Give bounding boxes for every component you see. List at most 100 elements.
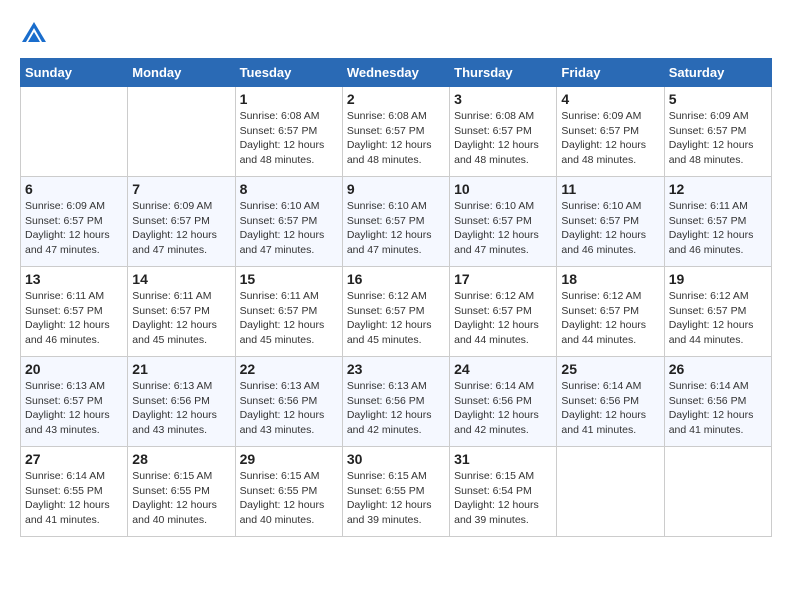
day-detail: Sunrise: 6:08 AM Sunset: 6:57 PM Dayligh… bbox=[240, 109, 338, 168]
day-number: 15 bbox=[240, 271, 338, 287]
week-row-4: 20 Sunrise: 6:13 AM Sunset: 6:57 PM Dayli… bbox=[21, 357, 772, 447]
day-detail: Sunrise: 6:13 AM Sunset: 6:57 PM Dayligh… bbox=[25, 379, 123, 438]
day-cell: 26 Sunrise: 6:14 AM Sunset: 6:56 PM Dayli… bbox=[664, 357, 771, 447]
day-number: 25 bbox=[561, 361, 659, 377]
day-detail: Sunrise: 6:11 AM Sunset: 6:57 PM Dayligh… bbox=[132, 289, 230, 348]
day-cell: 2 Sunrise: 6:08 AM Sunset: 6:57 PM Daylig… bbox=[342, 87, 449, 177]
day-detail: Sunrise: 6:15 AM Sunset: 6:55 PM Dayligh… bbox=[132, 469, 230, 528]
header-cell-sunday: Sunday bbox=[21, 59, 128, 87]
day-cell: 4 Sunrise: 6:09 AM Sunset: 6:57 PM Daylig… bbox=[557, 87, 664, 177]
day-number: 2 bbox=[347, 91, 445, 107]
day-number: 10 bbox=[454, 181, 552, 197]
day-detail: Sunrise: 6:10 AM Sunset: 6:57 PM Dayligh… bbox=[240, 199, 338, 258]
header-cell-monday: Monday bbox=[128, 59, 235, 87]
day-cell: 14 Sunrise: 6:11 AM Sunset: 6:57 PM Dayli… bbox=[128, 267, 235, 357]
day-cell: 31Sunrise: 6:15 AM Sunset: 6:54 PM Dayli… bbox=[450, 447, 557, 537]
day-detail: Sunrise: 6:08 AM Sunset: 6:57 PM Dayligh… bbox=[454, 109, 552, 168]
day-cell: 8 Sunrise: 6:10 AM Sunset: 6:57 PM Daylig… bbox=[235, 177, 342, 267]
day-cell: 30 Sunrise: 6:15 AM Sunset: 6:55 PM Dayli… bbox=[342, 447, 449, 537]
day-cell: 27 Sunrise: 6:14 AM Sunset: 6:55 PM Dayli… bbox=[21, 447, 128, 537]
day-detail: Sunrise: 6:08 AM Sunset: 6:57 PM Dayligh… bbox=[347, 109, 445, 168]
day-number: 7 bbox=[132, 181, 230, 197]
day-cell: 9 Sunrise: 6:10 AM Sunset: 6:57 PM Daylig… bbox=[342, 177, 449, 267]
day-detail: Sunrise: 6:10 AM Sunset: 6:57 PM Dayligh… bbox=[347, 199, 445, 258]
day-detail: Sunrise: 6:09 AM Sunset: 6:57 PM Dayligh… bbox=[25, 199, 123, 258]
day-number: 23 bbox=[347, 361, 445, 377]
day-cell: 23 Sunrise: 6:13 AM Sunset: 6:56 PM Dayli… bbox=[342, 357, 449, 447]
day-cell: 19 Sunrise: 6:12 AM Sunset: 6:57 PM Dayli… bbox=[664, 267, 771, 357]
week-row-2: 6Sunrise: 6:09 AM Sunset: 6:57 PM Daylig… bbox=[21, 177, 772, 267]
day-detail: Sunrise: 6:09 AM Sunset: 6:57 PM Dayligh… bbox=[132, 199, 230, 258]
header-cell-tuesday: Tuesday bbox=[235, 59, 342, 87]
day-cell bbox=[557, 447, 664, 537]
day-number: 27 bbox=[25, 451, 123, 467]
day-cell: 22Sunrise: 6:13 AM Sunset: 6:56 PM Dayli… bbox=[235, 357, 342, 447]
day-number: 24 bbox=[454, 361, 552, 377]
header-cell-saturday: Saturday bbox=[664, 59, 771, 87]
day-cell: 20 Sunrise: 6:13 AM Sunset: 6:57 PM Dayli… bbox=[21, 357, 128, 447]
day-detail: Sunrise: 6:13 AM Sunset: 6:56 PM Dayligh… bbox=[347, 379, 445, 438]
header-cell-thursday: Thursday bbox=[450, 59, 557, 87]
day-detail: Sunrise: 6:11 AM Sunset: 6:57 PM Dayligh… bbox=[25, 289, 123, 348]
day-number: 30 bbox=[347, 451, 445, 467]
day-detail: Sunrise: 6:15 AM Sunset: 6:55 PM Dayligh… bbox=[240, 469, 338, 528]
logo-icon bbox=[20, 20, 48, 48]
day-cell: 17 Sunrise: 6:12 AM Sunset: 6:57 PM Dayli… bbox=[450, 267, 557, 357]
day-number: 29 bbox=[240, 451, 338, 467]
day-number: 14 bbox=[132, 271, 230, 287]
day-number: 5 bbox=[669, 91, 767, 107]
day-cell: 16Sunrise: 6:12 AM Sunset: 6:57 PM Dayli… bbox=[342, 267, 449, 357]
day-cell: 11Sunrise: 6:10 AM Sunset: 6:57 PM Dayli… bbox=[557, 177, 664, 267]
day-detail: Sunrise: 6:14 AM Sunset: 6:56 PM Dayligh… bbox=[669, 379, 767, 438]
day-detail: Sunrise: 6:14 AM Sunset: 6:56 PM Dayligh… bbox=[454, 379, 552, 438]
day-number: 19 bbox=[669, 271, 767, 287]
day-number: 9 bbox=[347, 181, 445, 197]
day-detail: Sunrise: 6:12 AM Sunset: 6:57 PM Dayligh… bbox=[669, 289, 767, 348]
day-cell bbox=[21, 87, 128, 177]
day-detail: Sunrise: 6:15 AM Sunset: 6:54 PM Dayligh… bbox=[454, 469, 552, 528]
day-detail: Sunrise: 6:12 AM Sunset: 6:57 PM Dayligh… bbox=[454, 289, 552, 348]
day-cell: 15 Sunrise: 6:11 AM Sunset: 6:57 PM Dayli… bbox=[235, 267, 342, 357]
day-cell: 18 Sunrise: 6:12 AM Sunset: 6:57 PM Dayli… bbox=[557, 267, 664, 357]
header-row: SundayMondayTuesdayWednesdayThursdayFrid… bbox=[21, 59, 772, 87]
day-number: 17 bbox=[454, 271, 552, 287]
week-row-3: 13Sunrise: 6:11 AM Sunset: 6:57 PM Dayli… bbox=[21, 267, 772, 357]
day-number: 26 bbox=[669, 361, 767, 377]
day-number: 11 bbox=[561, 181, 659, 197]
day-number: 21 bbox=[132, 361, 230, 377]
day-number: 20 bbox=[25, 361, 123, 377]
day-number: 3 bbox=[454, 91, 552, 107]
day-cell: 10 Sunrise: 6:10 AM Sunset: 6:57 PM Dayli… bbox=[450, 177, 557, 267]
day-number: 28 bbox=[132, 451, 230, 467]
day-number: 8 bbox=[240, 181, 338, 197]
day-cell: 21Sunrise: 6:13 AM Sunset: 6:56 PM Dayli… bbox=[128, 357, 235, 447]
page-header bbox=[20, 20, 772, 48]
day-cell: 25 Sunrise: 6:14 AM Sunset: 6:56 PM Dayli… bbox=[557, 357, 664, 447]
logo bbox=[20, 20, 52, 48]
day-number: 16 bbox=[347, 271, 445, 287]
day-cell bbox=[128, 87, 235, 177]
calendar-table: SundayMondayTuesdayWednesdayThursdayFrid… bbox=[20, 58, 772, 537]
day-number: 4 bbox=[561, 91, 659, 107]
day-number: 1 bbox=[240, 91, 338, 107]
day-cell: 3 Sunrise: 6:08 AM Sunset: 6:57 PM Daylig… bbox=[450, 87, 557, 177]
day-detail: Sunrise: 6:10 AM Sunset: 6:57 PM Dayligh… bbox=[454, 199, 552, 258]
day-detail: Sunrise: 6:15 AM Sunset: 6:55 PM Dayligh… bbox=[347, 469, 445, 528]
day-detail: Sunrise: 6:12 AM Sunset: 6:57 PM Dayligh… bbox=[561, 289, 659, 348]
day-detail: Sunrise: 6:14 AM Sunset: 6:55 PM Dayligh… bbox=[25, 469, 123, 528]
day-detail: Sunrise: 6:14 AM Sunset: 6:56 PM Dayligh… bbox=[561, 379, 659, 438]
day-detail: Sunrise: 6:11 AM Sunset: 6:57 PM Dayligh… bbox=[240, 289, 338, 348]
day-cell: 7 Sunrise: 6:09 AM Sunset: 6:57 PM Daylig… bbox=[128, 177, 235, 267]
week-row-1: 1 Sunrise: 6:08 AM Sunset: 6:57 PM Daylig… bbox=[21, 87, 772, 177]
day-cell bbox=[664, 447, 771, 537]
day-detail: Sunrise: 6:09 AM Sunset: 6:57 PM Dayligh… bbox=[561, 109, 659, 168]
header-cell-friday: Friday bbox=[557, 59, 664, 87]
day-cell: 1 Sunrise: 6:08 AM Sunset: 6:57 PM Daylig… bbox=[235, 87, 342, 177]
day-number: 18 bbox=[561, 271, 659, 287]
day-cell: 5Sunrise: 6:09 AM Sunset: 6:57 PM Daylig… bbox=[664, 87, 771, 177]
day-cell: 13Sunrise: 6:11 AM Sunset: 6:57 PM Dayli… bbox=[21, 267, 128, 357]
day-cell: 6Sunrise: 6:09 AM Sunset: 6:57 PM Daylig… bbox=[21, 177, 128, 267]
day-cell: 29 Sunrise: 6:15 AM Sunset: 6:55 PM Dayli… bbox=[235, 447, 342, 537]
day-number: 12 bbox=[669, 181, 767, 197]
week-row-5: 27 Sunrise: 6:14 AM Sunset: 6:55 PM Dayli… bbox=[21, 447, 772, 537]
